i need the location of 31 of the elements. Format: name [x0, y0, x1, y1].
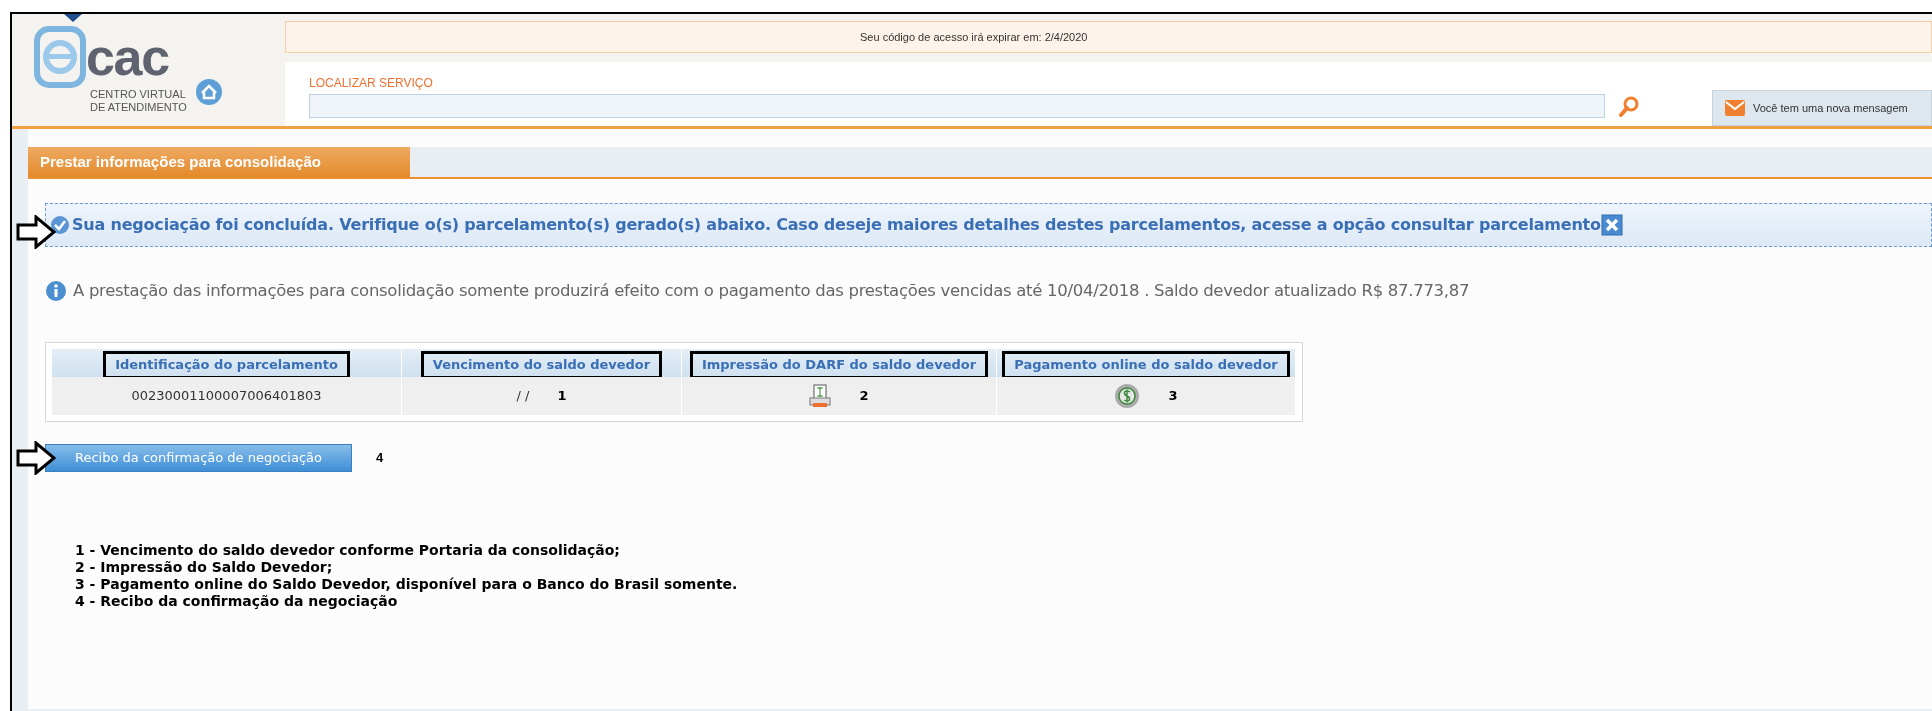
printer-icon[interactable]: [809, 383, 832, 408]
logo-text: cac: [86, 31, 169, 83]
footnote: 3 - Pagamento online do Saldo Devedor, disponível para o Banco do Brasil somente.: [75, 575, 739, 593]
annotation-number: 4: [376, 449, 384, 467]
footnote: 1 - Vencimento do saldo devedor conforme Portaria da consolidação;: [75, 541, 621, 559]
message-button[interactable]: Você tem uma nova mensagem: [1712, 90, 1932, 126]
annotation-number: 2: [859, 387, 869, 405]
coin-icon[interactable]: [1114, 382, 1141, 409]
check-icon: [50, 215, 70, 235]
date-text: / /: [516, 387, 530, 405]
search-field[interactable]: [309, 94, 1605, 118]
home-icon[interactable]: [194, 78, 223, 106]
e-logo-icon: [34, 26, 86, 88]
page-tab[interactable]: Prestar informações para consolidação: [28, 147, 410, 177]
annotation-number: 3: [1168, 387, 1178, 405]
table-cell-text: 00230001100007006401803: [131, 387, 322, 405]
footnote: 4 - Recibo da confirmação da negociação: [75, 592, 399, 610]
annotation-number: 1: [557, 387, 567, 405]
search-label: LOCALIZAR SERVIÇO: [309, 75, 434, 92]
footnote: 2 - Impressão do Saldo Devedor;: [75, 558, 334, 576]
notice-bar: Seu código de acesso irá expirar em: 2/4/2020: [285, 21, 1932, 53]
search-icon[interactable]: [1619, 96, 1639, 118]
envelope-icon: [1725, 100, 1745, 116]
close-icon[interactable]: [1600, 214, 1623, 236]
success-message: Sua negociação foi concluída. Verifique o(s) parcelamento(s) gerado(s) abaixo. Caso deseje maiores detalhes destes parcelamentos, acesse a opção consultar parcelamento: [72, 214, 1601, 236]
info-icon: [45, 280, 67, 303]
info-text: A prestação das informações para consolidação somente produzirá efeito com o pagamento das prestações vencidas até 10/04/2018 . Saldo devedor atualizado R$ 87.773,87: [73, 280, 1470, 302]
receipt-button[interactable]: Recibo da confirmação de negociação: [45, 443, 352, 472]
menu-marker-icon: [64, 14, 82, 22]
logo-text: CENTRO VIRTUAL: [89, 88, 187, 101]
logo-text: DE ATENDIMENTO: [89, 101, 187, 114]
